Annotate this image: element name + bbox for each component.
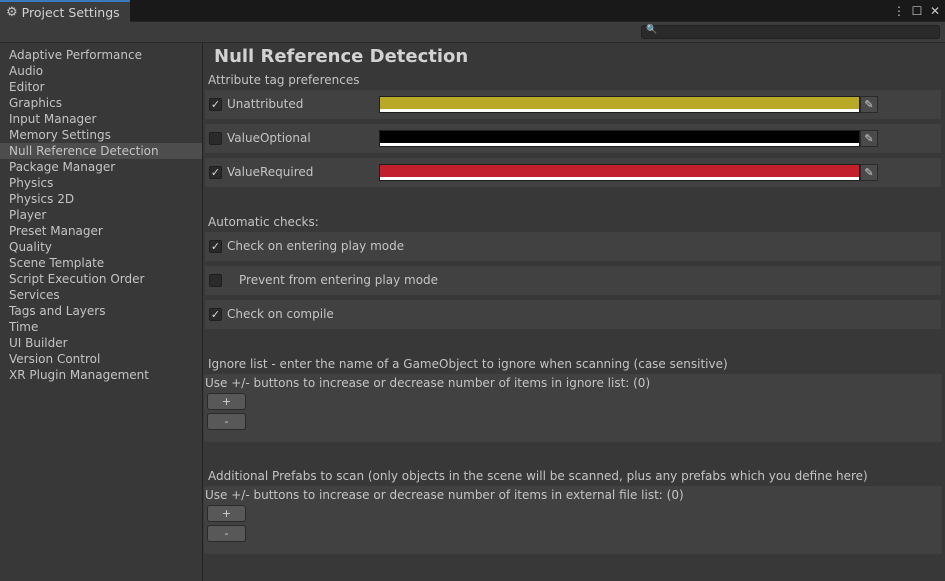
prefabs-heading: Additional Prefabs to scan (only objects… xyxy=(208,469,868,483)
attribute-checkbox[interactable]: ✓ xyxy=(209,98,222,111)
sidebar-item[interactable]: Physics xyxy=(0,175,202,191)
ignore-list-hint: Use +/- buttons to increase or decrease … xyxy=(205,376,650,390)
color-field[interactable] xyxy=(379,164,860,181)
check-row: Prevent from entering play mode xyxy=(205,266,941,295)
sidebar-list: Adaptive PerformanceAudioEditorGraphicsI… xyxy=(0,43,202,383)
eyedropper-icon[interactable]: ✎ xyxy=(860,130,878,147)
sidebar-item[interactable]: Script Execution Order xyxy=(0,271,202,287)
sidebar-item[interactable]: Adaptive Performance xyxy=(0,47,202,63)
sidebar-item[interactable]: Time xyxy=(0,319,202,335)
prefabs-remove-button[interactable]: - xyxy=(207,525,246,542)
ignore-list-box: Use +/- buttons to increase or decrease … xyxy=(204,374,942,442)
sidebar-item[interactable]: Scene Template xyxy=(0,255,202,271)
eyedropper-icon[interactable]: ✎ xyxy=(860,164,878,181)
attribute-label: Unattributed xyxy=(227,97,303,111)
settings-panel: Null Reference Detection Attribute tag p… xyxy=(204,43,945,581)
sidebar-item[interactable]: Audio xyxy=(0,63,202,79)
check-toggle[interactable]: ✓ xyxy=(209,308,222,321)
project-settings-tab[interactable]: ⚙ Project Settings xyxy=(0,0,130,22)
color-fill xyxy=(380,165,859,177)
sidebar-item[interactable]: Preset Manager xyxy=(0,223,202,239)
sidebar-item[interactable]: Null Reference Detection xyxy=(0,143,202,159)
color-fill xyxy=(380,131,859,143)
sidebar-item[interactable]: Quality xyxy=(0,239,202,255)
color-field[interactable] xyxy=(379,96,860,113)
sidebar-item[interactable]: Player xyxy=(0,207,202,223)
sidebar-item[interactable]: Memory Settings xyxy=(0,127,202,143)
ignore-add-button[interactable]: + xyxy=(207,393,246,410)
tab-title: Project Settings xyxy=(22,5,120,20)
gear-icon: ⚙ xyxy=(6,5,18,20)
maximize-icon[interactable]: ☐ xyxy=(911,4,923,18)
check-toggle[interactable] xyxy=(209,274,222,287)
title-bar: ⚙ Project Settings ⋮ ☐ ✕ xyxy=(0,0,945,22)
alpha-bar xyxy=(380,143,859,146)
sidebar-item[interactable]: XR Plugin Management xyxy=(0,367,202,383)
sidebar-item[interactable]: Version Control xyxy=(0,351,202,367)
eyedropper-icon[interactable]: ✎ xyxy=(860,96,878,113)
attribute-label: ValueOptional xyxy=(227,131,311,145)
attribute-checkbox[interactable] xyxy=(209,132,222,145)
attribute-row: ✓ Unattributed ✎ xyxy=(205,90,941,119)
alpha-bar xyxy=(380,177,859,180)
sidebar-item[interactable]: Services xyxy=(0,287,202,303)
check-row: ✓ Check on entering play mode xyxy=(205,232,941,261)
check-toggle[interactable]: ✓ xyxy=(209,240,222,253)
attribute-row: ValueOptional ✎ xyxy=(205,124,941,153)
page-title: Null Reference Detection xyxy=(214,46,468,67)
sidebar-item[interactable]: Physics 2D xyxy=(0,191,202,207)
check-row: ✓ Check on compile xyxy=(205,300,941,329)
sidebar-item[interactable]: Package Manager xyxy=(0,159,202,175)
sidebar-item[interactable]: Graphics xyxy=(0,95,202,111)
attribute-section-label: Attribute tag preferences xyxy=(208,73,359,87)
prefabs-list-box: Use +/- buttons to increase or decrease … xyxy=(204,486,942,554)
check-label: Prevent from entering play mode xyxy=(239,273,438,287)
sidebar-item[interactable]: Input Manager xyxy=(0,111,202,127)
ignore-remove-button[interactable]: - xyxy=(207,413,246,430)
color-fill xyxy=(380,97,859,109)
search-field[interactable]: 🔍 xyxy=(641,25,940,39)
toolbar: 🔍 xyxy=(0,22,945,43)
check-label: Check on entering play mode xyxy=(227,239,404,253)
attribute-row: ✓ ValueRequired ✎ xyxy=(205,158,941,187)
color-field[interactable] xyxy=(379,130,860,147)
sidebar-item[interactable]: UI Builder xyxy=(0,335,202,351)
prefabs-add-button[interactable]: + xyxy=(207,505,246,522)
checks-section-label: Automatic checks: xyxy=(208,215,319,229)
attribute-checkbox[interactable]: ✓ xyxy=(209,166,222,179)
check-label: Check on compile xyxy=(227,307,334,321)
close-icon[interactable]: ✕ xyxy=(929,4,941,18)
ignore-list-heading: Ignore list - enter the name of a GameOb… xyxy=(208,357,728,371)
attribute-label: ValueRequired xyxy=(227,165,313,179)
window-controls: ⋮ ☐ ✕ xyxy=(893,2,941,20)
sidebar-item[interactable]: Editor xyxy=(0,79,202,95)
kebab-menu-icon[interactable]: ⋮ xyxy=(893,4,905,18)
alpha-bar xyxy=(380,109,859,112)
search-icon: 🔍 xyxy=(646,25,657,35)
sidebar-item[interactable]: Tags and Layers xyxy=(0,303,202,319)
prefabs-list-hint: Use +/- buttons to increase or decrease … xyxy=(205,488,684,502)
settings-sidebar: Adaptive PerformanceAudioEditorGraphicsI… xyxy=(0,43,203,581)
